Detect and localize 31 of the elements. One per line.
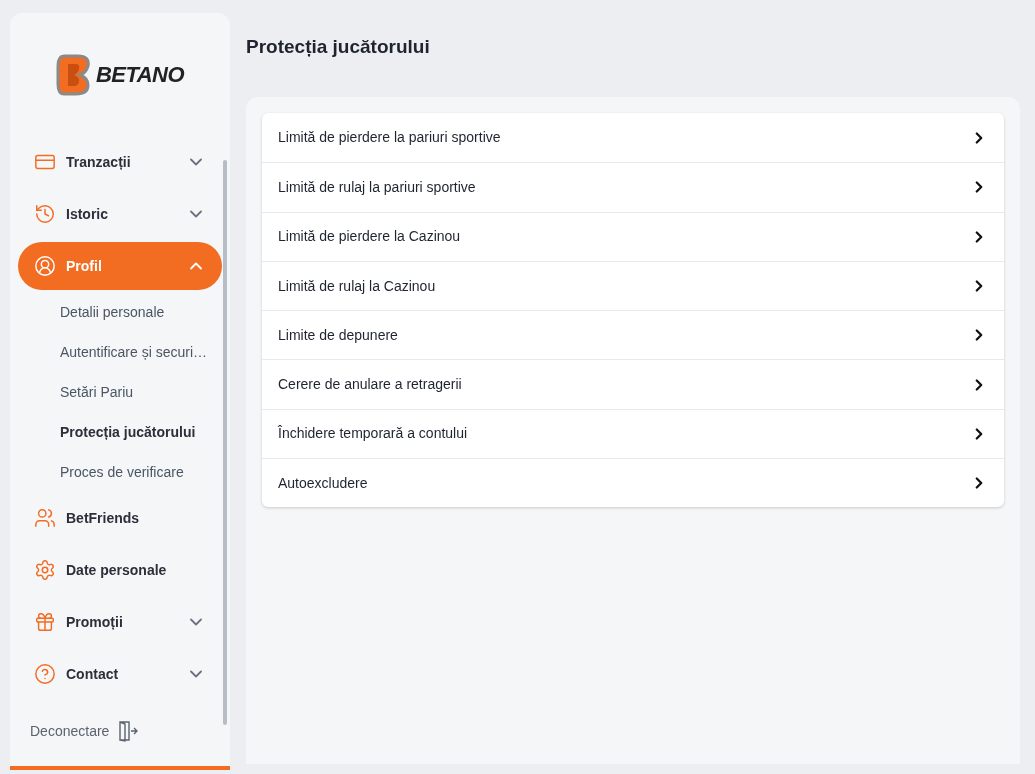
option-row[interactable]: Cerere de anulare a retragerii — [262, 359, 1004, 409]
submenu-link[interactable]: Proces de verificare — [18, 452, 222, 492]
logo[interactable]: BETANO — [96, 58, 184, 91]
submenu-link[interactable]: Autentificare și securi… — [18, 332, 222, 372]
option-row[interactable]: Autoexcludere — [262, 458, 1004, 508]
submenu-link[interactable]: Protecția jucătorului — [18, 412, 222, 452]
user-icon — [34, 255, 56, 277]
logout-link[interactable]: Deconectare — [30, 720, 110, 742]
logout-icon — [117, 720, 140, 742]
scrollbar[interactable] — [223, 160, 227, 725]
option-row[interactable]: Închidere temporară a contului — [262, 408, 1004, 459]
logo-icon — [56, 53, 92, 96]
option-row[interactable]: Limită de pierdere la pariuri sportive — [262, 113, 1004, 163]
gift-icon — [34, 611, 56, 633]
submenu-link[interactable]: Setări Pariu — [18, 372, 222, 412]
submenu-link[interactable]: Detalii personale — [18, 292, 222, 332]
history-icon — [34, 203, 56, 225]
nav-item[interactable]: Promoții — [18, 598, 222, 646]
group-icon — [34, 507, 56, 529]
nav-item[interactable]: BetFriends — [18, 494, 222, 542]
nav-item[interactable]: Istoric — [18, 190, 222, 238]
nav-item[interactable]: Date personale — [18, 546, 222, 594]
nav-item[interactable]: Contact — [18, 650, 222, 698]
option-row[interactable]: Limită de rulaj la pariuri sportive — [262, 162, 1004, 212]
option-row[interactable]: Limită de rulaj la Cazinou — [262, 260, 1004, 311]
nav-item[interactable]: Tranzacții — [18, 138, 222, 186]
option-row[interactable]: Limite de depunere — [262, 310, 1004, 360]
gear-icon — [34, 559, 56, 581]
option-row[interactable]: Limită de pierdere la Cazinou — [262, 211, 1004, 261]
help-icon — [34, 663, 56, 685]
page-title: Protecția jucătorului — [246, 35, 431, 59]
